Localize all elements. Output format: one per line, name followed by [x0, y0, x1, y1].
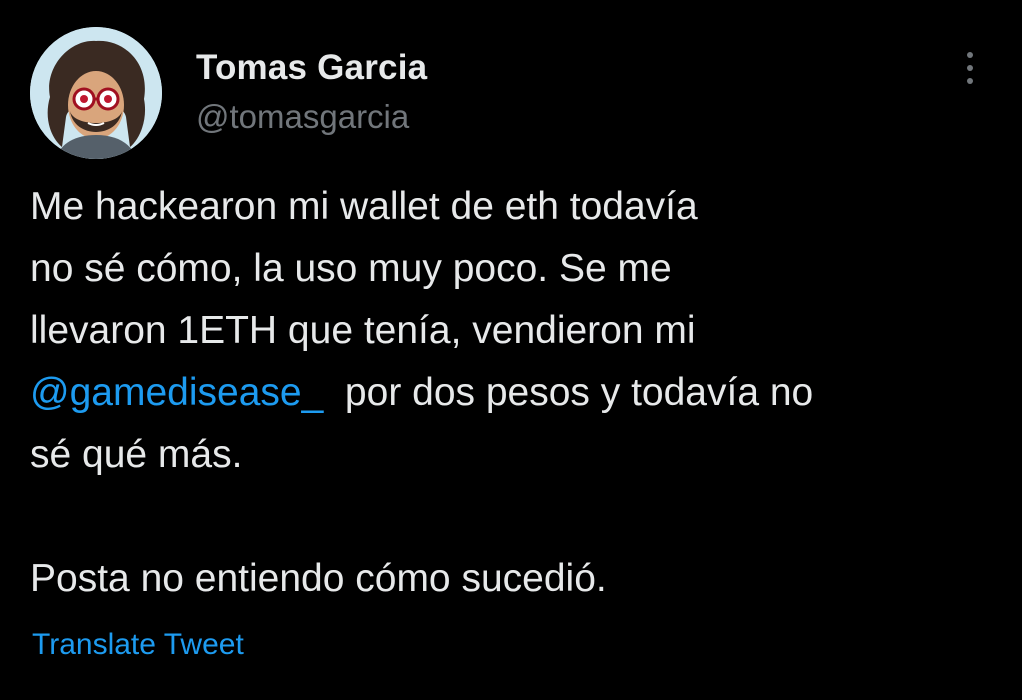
tweet-line-rest: por dos pesos y todavía no: [323, 371, 814, 414]
vertical-ellipsis-icon: [967, 52, 973, 58]
tweet-line: no sé cómo, la uso muy poco. Se me: [30, 247, 672, 290]
tweet-card: Tomas Garcia @tomasgarcia Me hackearon m…: [0, 0, 1022, 700]
more-options-button[interactable]: [952, 44, 988, 92]
tweet-line: @gamedisease_ por dos pesos y todavía no: [30, 362, 1005, 424]
translate-tweet-link[interactable]: Translate Tweet: [32, 628, 244, 662]
author-display-name[interactable]: Tomas Garcia: [196, 48, 427, 88]
avatar-portrait-icon: [30, 27, 162, 159]
author-handle[interactable]: @tomasgarcia: [196, 98, 409, 136]
mention-link[interactable]: @gamedisease_: [30, 371, 323, 414]
tweet-line: Posta no entiendo cómo sucedió.: [30, 557, 607, 600]
avatar[interactable]: [30, 27, 162, 159]
tweet-line: llevaron 1ETH que tenía, vendieron mi: [30, 309, 696, 352]
tweet-line: Me hackearon mi wallet de eth todavía: [30, 185, 698, 228]
tweet-line: sé qué más.: [30, 433, 243, 476]
tweet-text: Me hackearon mi wallet de eth todavía no…: [30, 176, 1005, 610]
